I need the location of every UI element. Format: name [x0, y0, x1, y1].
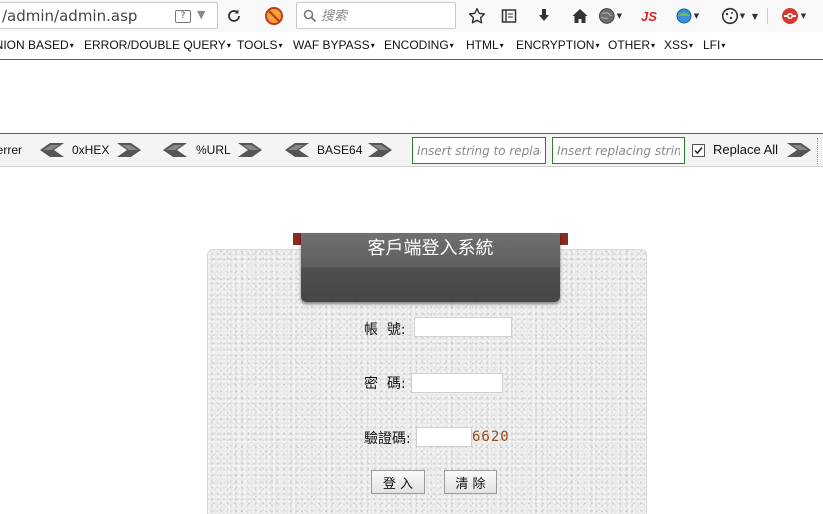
menu-encryption[interactable]: ENCRYPTION▾	[516, 38, 599, 52]
reading-list-icon[interactable]	[497, 4, 521, 28]
captcha-image-text[interactable]: 6620	[472, 429, 510, 445]
menu-union-based[interactable]: UNION BASED▾	[0, 38, 74, 52]
hackbar-addon-icon[interactable]: ▼	[776, 4, 810, 28]
search-bar[interactable]	[296, 2, 456, 29]
username-field[interactable]	[414, 317, 512, 338]
captcha-label: 驗證碼:	[364, 431, 411, 447]
url-encode-arrow-icon[interactable]	[238, 143, 262, 157]
username-label: 帳 號:	[364, 322, 406, 338]
url-dropdown-icon[interactable]: ▼	[197, 8, 205, 21]
block-icon[interactable]	[262, 4, 286, 28]
home-icon[interactable]	[568, 4, 592, 28]
username-input[interactable]	[415, 319, 511, 338]
browser-toolbar: /admin/admin.asp ? ▼ ▼ JS ▼ ▼	[0, 0, 823, 32]
hex-decode-arrow-icon[interactable]	[40, 143, 64, 157]
menu-tools[interactable]: TOOLS▾	[237, 38, 282, 52]
globe-addon-icon[interactable]: ▼	[598, 4, 622, 28]
menu-waf-bypass[interactable]: WAF BYPASS▾	[293, 38, 375, 52]
replace-string-field[interactable]	[552, 137, 685, 164]
translate-addon-icon[interactable]: ▼	[672, 4, 702, 28]
hackbar-action-row: Referrer 0xHEX %URL BASE64 Replace All	[0, 133, 823, 167]
menu-encoding[interactable]: ENCODING▾	[384, 38, 454, 52]
hex-encode-arrow-icon[interactable]	[117, 143, 141, 157]
clear-button[interactable]: 清 除	[444, 470, 497, 494]
base64-encode-arrow-icon[interactable]	[368, 143, 392, 157]
reload-icon[interactable]	[222, 4, 246, 28]
password-label: 密 碼:	[364, 376, 406, 392]
find-string-input[interactable]	[413, 138, 545, 163]
login-title: 客戶端登入系統	[367, 238, 494, 259]
login-title-banner: 客戶端登入系統	[301, 233, 560, 302]
toolbar-divider	[767, 8, 768, 24]
password-field[interactable]	[411, 373, 503, 394]
row-divider	[817, 138, 818, 164]
url-text[interactable]: /admin/admin.asp	[2, 7, 137, 25]
replace-all-arrow-icon[interactable]	[787, 143, 811, 157]
url-decode-arrow-icon[interactable]	[163, 143, 187, 157]
find-string-field[interactable]	[412, 137, 546, 164]
base64-label: BASE64	[317, 143, 363, 157]
login-button[interactable]: 登 入	[371, 470, 425, 494]
search-icon	[303, 8, 317, 27]
noscript-icon[interactable]: JS	[636, 4, 662, 28]
captcha-input[interactable]	[417, 429, 471, 448]
download-icon[interactable]	[532, 4, 556, 28]
menu-html[interactable]: HTML▾	[466, 38, 504, 52]
menu-xss[interactable]: XSS▾	[664, 38, 693, 52]
checkmark-icon	[694, 147, 703, 155]
captcha-field[interactable]	[416, 427, 472, 448]
referrer-checkbox-label[interactable]: Referrer	[0, 143, 22, 157]
menu-other[interactable]: OTHER▾	[608, 38, 655, 52]
menu-lfi[interactable]: LFI▾	[703, 38, 725, 52]
bookmark-star-icon[interactable]	[465, 4, 489, 28]
menu-error-double-query[interactable]: ERROR/DOUBLE QUERY▾	[84, 38, 231, 52]
cookie-addon-icon[interactable]: ▼	[718, 4, 748, 28]
reader-view-icon[interactable]: ?	[175, 10, 191, 23]
address-bar[interactable]: /admin/admin.asp ? ▼	[0, 2, 218, 29]
hackbar-menu: UNION BASED▾ ERROR/DOUBLE QUERY▾ TOOLS▾ …	[0, 34, 823, 60]
hex-label: 0xHEX	[72, 143, 110, 157]
replace-all-checkbox[interactable]	[692, 144, 705, 157]
search-input[interactable]	[321, 7, 449, 25]
toolbar-dropdown-icon[interactable]: ▼	[748, 4, 762, 28]
replace-all-label: Replace All	[713, 142, 779, 157]
password-input[interactable]	[412, 375, 502, 394]
replace-string-input[interactable]	[553, 138, 684, 163]
url-label: %URL	[196, 143, 231, 157]
base64-decode-arrow-icon[interactable]	[285, 143, 309, 157]
